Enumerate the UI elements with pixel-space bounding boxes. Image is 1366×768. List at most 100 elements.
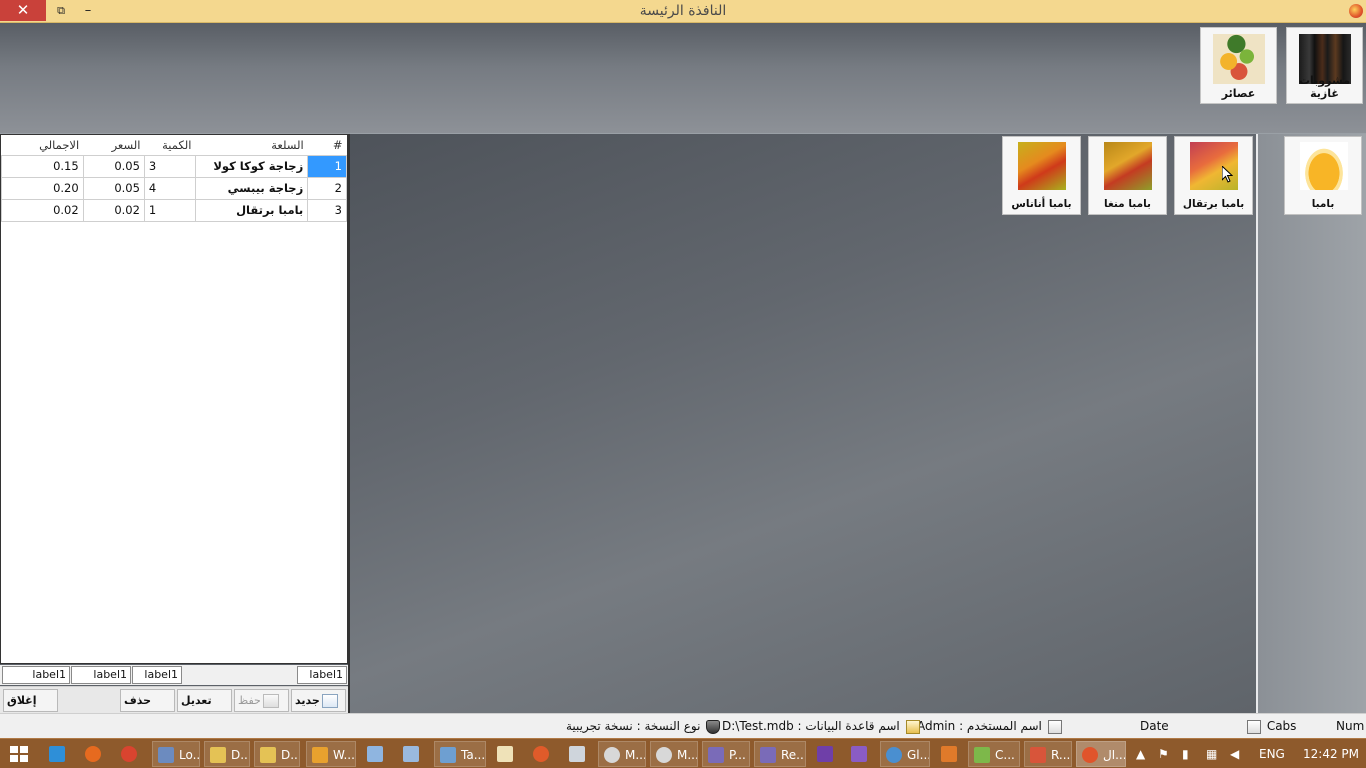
category-juices-button[interactable]: عصائر (1200, 27, 1277, 104)
table-row[interactable]: 2 زجاجة بيبسي 4 0.05 0.20 (1, 176, 347, 200)
notepad-icon[interactable] (362, 741, 392, 767)
save-icon (262, 694, 279, 708)
windows-start-icon[interactable] (10, 746, 28, 762)
column-header-qty[interactable]: الكمية (144, 135, 196, 156)
row-item[interactable]: بامبا برتقال (194, 198, 309, 222)
summary-label: label1 (71, 666, 131, 684)
invoice-grid[interactable]: # السلعة الكمية السعر الاجمالي 1 زجاجة ك… (1, 135, 347, 222)
taskbar-item-ta[interactable]: Ta... (434, 741, 486, 767)
row-qty[interactable]: 4 (143, 176, 196, 200)
num-indicator: Num (1336, 719, 1365, 733)
ie-icon[interactable] (44, 741, 74, 767)
row-total[interactable]: 0.15 (1, 154, 84, 178)
status-database: اسم قاعدة البيانات : D:\Test.mdb (722, 714, 922, 739)
row-price[interactable]: 0.02 (82, 198, 145, 222)
close-label: إغلاق (7, 694, 37, 707)
save-label: حفظ (238, 694, 261, 707)
row-num[interactable]: 3 (307, 198, 347, 222)
visual-studio-icon-2[interactable] (846, 741, 876, 767)
category-soft-drinks-button[interactable]: مشروبات غازية (1286, 27, 1363, 104)
caps-text: Cabs (1266, 719, 1297, 733)
user-label: اسم المستخدم : (959, 719, 1042, 733)
taskbar-item-w[interactable]: W... (306, 741, 356, 767)
volume-icon[interactable]: ◀ (1230, 739, 1239, 768)
flag-icon[interactable]: ⚑ (1158, 739, 1169, 768)
user-value: Admin (917, 719, 956, 733)
subcategory-strip (1256, 134, 1366, 713)
table-row[interactable]: 1 زجاجة كوكا كولا 3 0.05 0.15 (1, 154, 347, 178)
visual-studio-icon-1[interactable] (812, 741, 842, 767)
database-icon (905, 719, 920, 734)
taskbar-item-m1[interactable]: M... (598, 741, 646, 767)
taskbar-item-lo[interactable]: Lo... (152, 741, 200, 767)
product-label: بامبا أناناس (1011, 198, 1072, 210)
calculator-icon[interactable] (398, 741, 428, 767)
taskbar: Lo... D... D... W... Ta... M... M... P..… (0, 738, 1366, 768)
category-label: مشروبات غازية (1299, 74, 1350, 100)
shield-icon (706, 719, 721, 734)
caps-indicator: Cabs (1245, 714, 1296, 739)
row-num[interactable]: 1 (307, 154, 347, 178)
taskbar-item-d2[interactable]: D... (254, 741, 300, 767)
table-row[interactable]: 3 بامبا برتقال 1 0.02 0.02 (1, 198, 347, 222)
title-bar: ✕ ⧉ – النافذة الرئيسة (0, 0, 1366, 23)
column-header-num[interactable]: # (307, 135, 347, 156)
chrome-icon[interactable] (116, 741, 146, 767)
app-x-icon[interactable] (936, 741, 966, 767)
column-header-total[interactable]: الاجمالي (1, 135, 84, 156)
delete-button[interactable]: حذف (120, 689, 175, 729)
taskbar-item-p[interactable]: P... (702, 741, 750, 767)
product-bamba-pineapple-button[interactable]: بامبا أناناس (1002, 136, 1081, 215)
row-total[interactable]: 0.02 (1, 198, 84, 222)
grid-header-row: # السلعة الكمية السعر الاجمالي (1, 135, 347, 156)
summary-label: label1 (2, 666, 70, 684)
network-icon[interactable]: ▦ (1206, 739, 1217, 768)
row-price[interactable]: 0.05 (82, 176, 145, 200)
product-label: بامبا برتقال (1182, 198, 1245, 210)
pineapple-juice-pack-icon (1018, 142, 1066, 190)
product-bamba-orange-button[interactable]: بامبا برتقال (1174, 136, 1253, 215)
edit-label: تعديل (181, 694, 212, 707)
row-num[interactable]: 2 (307, 176, 347, 200)
app-icon (1349, 4, 1363, 18)
battery-icon[interactable]: ▮ (1182, 739, 1189, 768)
row-price[interactable]: 0.05 (82, 154, 145, 178)
taskbar-item-gl[interactable]: Gl... (880, 741, 930, 767)
column-header-item[interactable]: السلعة (195, 135, 308, 156)
taskbar-item-c[interactable]: C... (968, 741, 1020, 767)
tools-icon[interactable] (564, 741, 594, 767)
taskbar-item-r[interactable]: R... (1024, 741, 1072, 767)
save-button[interactable]: حفظ (234, 689, 289, 712)
new-button[interactable]: جديد (291, 689, 346, 712)
summary-labels: label1 label1 label1 label1 (0, 665, 348, 685)
taskbar-item-re[interactable]: Re... (754, 741, 806, 767)
row-item[interactable]: زجاجة بيبسي (194, 176, 309, 200)
product-area (348, 134, 1256, 713)
edit-button[interactable]: تعديل (177, 689, 232, 729)
app-orange-icon[interactable] (528, 741, 558, 767)
product-bamba-mango-button[interactable]: بامبا منغا (1088, 136, 1167, 215)
taskbar-item-m2[interactable]: M... (650, 741, 698, 767)
category-bar: مشروبات غازية عصائر (0, 23, 1366, 134)
mango-juice-pack-icon (1104, 142, 1152, 190)
juice-glass-icon (1300, 142, 1348, 190)
column-header-price[interactable]: السعر (83, 135, 145, 156)
row-qty[interactable]: 3 (143, 154, 196, 178)
taskbar-item-main-window[interactable]: ال... (1076, 741, 1126, 767)
product-bamba-button[interactable]: بامبا (1284, 136, 1362, 215)
firefox-icon[interactable] (80, 741, 110, 767)
keyboard-icon (1247, 719, 1261, 734)
close-button[interactable]: إغلاق (3, 689, 58, 729)
summary-label: label1 (297, 666, 347, 684)
taskbar-item-d1[interactable]: D... (204, 741, 250, 767)
status-version: نوع النسخة : نسخة تجريبية (566, 714, 722, 739)
row-total[interactable]: 0.20 (1, 176, 84, 200)
language-indicator[interactable]: ENG (1259, 739, 1285, 768)
mouse-cursor-icon (1222, 166, 1233, 183)
tray-arrow-icon[interactable]: ▲ (1136, 739, 1145, 768)
row-item[interactable]: زجاجة كوكا كولا (194, 154, 309, 178)
clock[interactable]: 12:42 PM (1303, 739, 1359, 768)
paint-icon[interactable] (492, 741, 522, 767)
row-qty[interactable]: 1 (143, 198, 196, 222)
db-value: D:\Test.mdb (722, 719, 794, 733)
